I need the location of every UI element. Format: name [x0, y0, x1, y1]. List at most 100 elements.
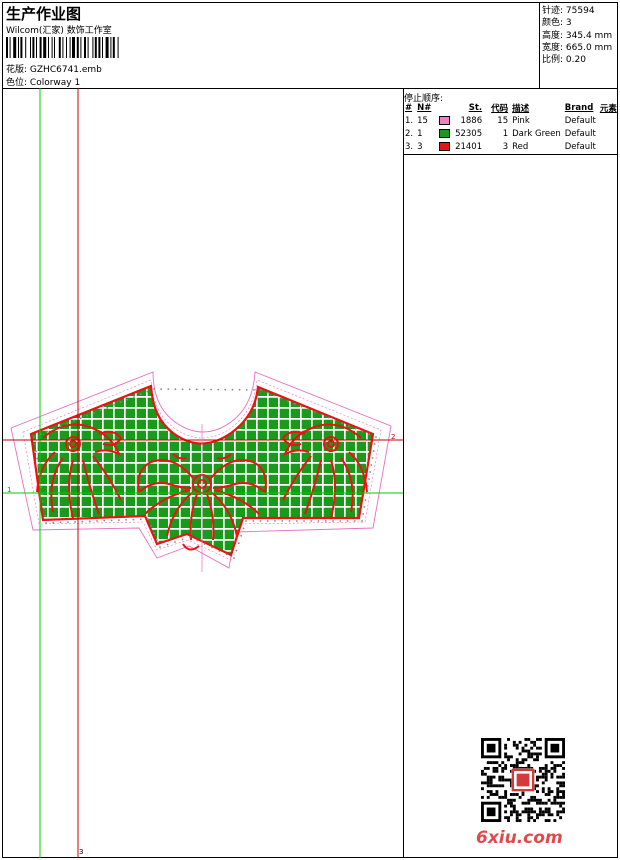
edge-dot	[274, 520, 276, 522]
qr-cell	[504, 795, 508, 799]
qr-cell	[527, 752, 531, 756]
qr-cell	[512, 804, 516, 808]
col-n: N#	[417, 102, 432, 113]
qr-cell	[501, 778, 505, 782]
edge-dot	[42, 500, 44, 503]
qr-cell	[541, 790, 545, 794]
qr-cell	[501, 775, 505, 779]
edge-dot	[327, 416, 330, 419]
stat-height: 高度: 345.4 mm	[542, 30, 613, 41]
qr-cell	[544, 819, 548, 822]
qr-cell	[559, 816, 563, 820]
qr-cell	[521, 810, 525, 814]
qr-cell	[544, 801, 548, 805]
barcode-bar	[72, 37, 75, 58]
qr-cell	[544, 778, 548, 782]
qr-cell	[536, 801, 539, 805]
barcode-bar	[117, 37, 119, 58]
qr-cell	[562, 775, 565, 779]
edge-dot	[139, 518, 142, 521]
barcode-bar	[54, 37, 55, 58]
qr-cell	[559, 790, 563, 794]
qr-cell	[495, 784, 499, 788]
qr-cell	[536, 755, 539, 759]
edge-dot	[181, 538, 184, 541]
qr-cell	[512, 807, 516, 811]
qr-cell	[498, 795, 502, 799]
edge-dot	[295, 520, 298, 522]
qr-cell	[492, 775, 496, 779]
qr-cell	[536, 758, 539, 762]
qr-cell	[530, 755, 534, 759]
qr-cell	[562, 761, 565, 765]
qr-cell	[541, 766, 545, 770]
qr-cell	[501, 795, 505, 799]
edge-dot	[211, 546, 213, 549]
qr-cell	[536, 778, 539, 782]
qr-cell	[550, 801, 554, 805]
edge-dot	[103, 519, 106, 522]
qr-cell	[512, 740, 516, 744]
qr-cell	[541, 813, 545, 817]
barcode-bar	[98, 37, 101, 58]
qr-cell	[492, 766, 496, 770]
qr-cell	[536, 775, 539, 779]
qr-cell	[504, 743, 508, 747]
qr-cell	[538, 801, 542, 805]
qr-cell	[518, 819, 522, 822]
edge-dot	[253, 389, 255, 391]
edge-dot	[195, 388, 198, 391]
qr-cell	[498, 784, 502, 788]
edge-dot	[125, 519, 127, 521]
qr-cell	[547, 793, 551, 796]
barcode-bar	[69, 37, 71, 58]
qr-cell	[562, 793, 565, 796]
barcode-bar	[9, 37, 11, 58]
qr-cell	[553, 801, 557, 805]
edge-dot	[218, 550, 221, 552]
qr-cell	[512, 743, 516, 747]
edge-dot	[139, 393, 142, 396]
qr-cell	[562, 801, 565, 805]
barcode-bar	[18, 37, 19, 58]
qr-cell	[562, 772, 565, 776]
qr-cell	[504, 755, 508, 759]
barcode-bar	[92, 37, 94, 58]
qr-cell	[486, 795, 490, 799]
qr-cell	[527, 764, 531, 767]
qr-cell	[509, 813, 513, 817]
stat-width: 宽度: 665.0 mm	[542, 42, 613, 53]
edge-dot	[371, 457, 374, 459]
qr-cell	[509, 810, 513, 814]
qr-cell	[527, 816, 531, 820]
qr-cell	[501, 766, 505, 770]
edge-dot	[119, 401, 122, 404]
qr-cell	[504, 810, 508, 814]
qr-cell	[538, 807, 542, 811]
qr-cell	[536, 738, 539, 741]
watermark-logo: 6xiu.com	[476, 828, 563, 848]
edge-dot	[43, 507, 45, 510]
edge-dot	[280, 397, 283, 400]
qr-cell	[486, 775, 490, 779]
qr-cell	[547, 790, 551, 794]
col-element: 元素	[599, 103, 617, 114]
edge-dot	[166, 543, 169, 546]
qr-cell	[547, 813, 551, 817]
qr-cell	[527, 801, 531, 805]
table-row: 3. 3 21401 3 Red Default	[405, 141, 596, 152]
qr-cell	[512, 798, 516, 802]
barcode-bar	[30, 37, 31, 58]
qr-cell	[515, 813, 519, 817]
qr-cell	[550, 813, 554, 817]
qr-cell	[544, 772, 548, 776]
qr-cell	[501, 769, 505, 773]
qr-cell	[521, 793, 525, 796]
design-row: 花版: GZHC6741.emb	[6, 62, 102, 75]
qr-cell	[504, 764, 508, 767]
edge-dot	[369, 471, 372, 473]
qr-cell	[492, 784, 496, 788]
qr-cell	[498, 778, 502, 782]
edge-dot	[348, 425, 350, 427]
edge-dot	[33, 436, 35, 438]
